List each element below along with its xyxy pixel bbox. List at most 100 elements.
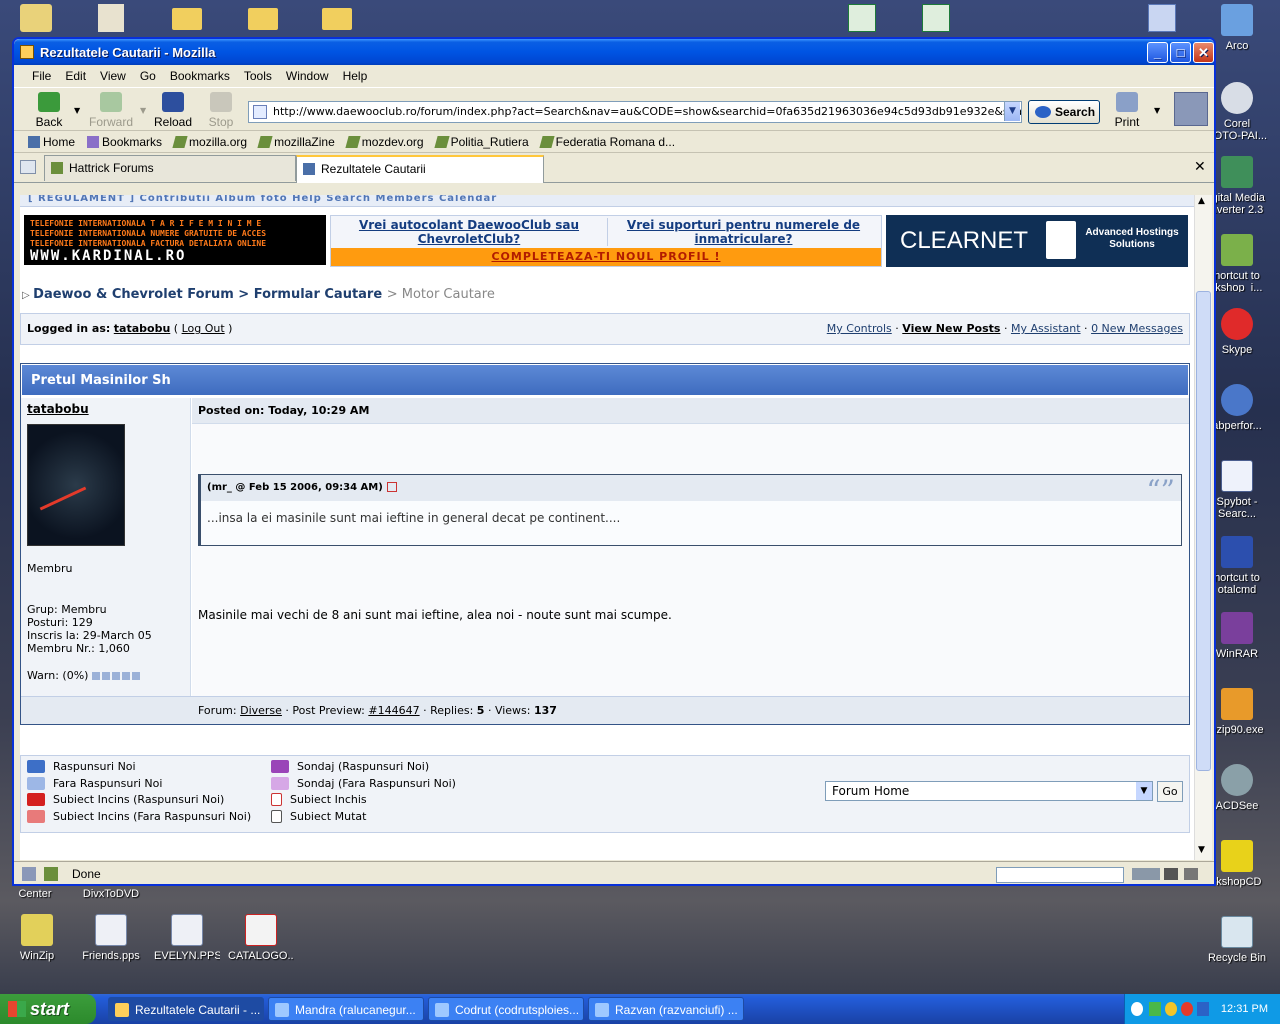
- desktop-icon-friends-pps[interactable]: Friends.pps: [78, 914, 144, 962]
- excel-file-icon[interactable]: [922, 4, 950, 32]
- tab-list-icon[interactable]: [20, 160, 36, 174]
- url-bar[interactable]: http://www.daewooclub.ro/forum/index.php…: [248, 101, 1022, 123]
- shortcut-icon[interactable]: [1148, 4, 1176, 32]
- title-bar[interactable]: Rezultatele Cautarii - Mozilla _ □ ✕: [14, 39, 1214, 65]
- task-codrut[interactable]: Codrut (codrutsploies...: [428, 997, 584, 1021]
- clearnet-banner[interactable]: CLEARNET Advanced Hostings Solutions: [886, 215, 1188, 267]
- maximize-button[interactable]: □: [1170, 42, 1191, 63]
- bookmark-mozillazine[interactable]: mozillaZine: [257, 135, 335, 149]
- go-button[interactable]: Go: [1157, 781, 1183, 802]
- my-controls-link[interactable]: My Controls: [827, 322, 892, 335]
- promo-link-autocolant[interactable]: Vrei autocolant DaewooClub sau Chevrolet…: [333, 218, 605, 246]
- menu-file[interactable]: File: [32, 69, 51, 83]
- tab-rezultatele-cautarii[interactable]: Rezultatele Cautarii: [296, 155, 544, 183]
- close-button[interactable]: ✕: [1193, 42, 1214, 63]
- task-mandra[interactable]: Mandra (ralucanegur...: [268, 997, 424, 1021]
- task-razvan[interactable]: Razvan (razvanciufi) ...: [588, 997, 744, 1021]
- clock[interactable]: 12:31 PM: [1221, 1003, 1268, 1015]
- excel-file-icon[interactable]: [848, 4, 876, 32]
- cookie-icon[interactable]: [1164, 868, 1178, 880]
- security-lock-icon[interactable]: [1184, 868, 1198, 880]
- recycle-bin-icon[interactable]: Recycle Bin: [1204, 916, 1270, 964]
- menu-bookmarks[interactable]: Bookmarks: [170, 69, 230, 83]
- menu-tools[interactable]: Tools: [244, 69, 272, 83]
- moved-icon: [271, 810, 282, 823]
- menu-window[interactable]: Window: [286, 69, 329, 83]
- status-component-icon[interactable]: [22, 866, 36, 881]
- quote-link-icon[interactable]: [386, 482, 397, 492]
- desktop-icon-2[interactable]: [98, 4, 124, 32]
- bookmark-federatia-romana[interactable]: Federatia Romana d...: [539, 135, 675, 149]
- new-messages-link[interactable]: 0 New Messages: [1091, 322, 1183, 335]
- forum-label: Forum:: [198, 704, 237, 717]
- my-assistant-link[interactable]: My Assistant: [1011, 322, 1081, 335]
- back-dropdown-icon[interactable]: ▼: [74, 106, 80, 115]
- scroll-down-icon[interactable]: ▼: [1198, 845, 1205, 855]
- tray-icon[interactable]: [1165, 1002, 1177, 1016]
- folder-icon[interactable]: [248, 8, 278, 30]
- minimize-button[interactable]: _: [1147, 42, 1168, 63]
- author-panel: tatabobu Membru Grup: Membru Posturi: 12…: [21, 398, 191, 696]
- post-title[interactable]: Pretul Masinilor Sh: [21, 364, 1189, 396]
- folder-icon[interactable]: [322, 8, 352, 30]
- mozilla-app-icon: [115, 1003, 129, 1017]
- topic-legend: Raspunsuri Noi Fara Raspunsuri Noi Subie…: [20, 755, 1190, 833]
- breadcrumb-search-form[interactable]: Formular Cautare: [254, 287, 382, 302]
- url-dropdown-icon[interactable]: ▼: [1004, 102, 1020, 121]
- warn-level[interactable]: Warn: (0%): [27, 669, 88, 682]
- menu-help[interactable]: Help: [343, 69, 368, 83]
- tab-bar: Hattrick Forums Rezultatele Cautarii ✕: [14, 153, 1214, 183]
- tray-expand-icon[interactable]: [1131, 1002, 1143, 1016]
- back-button[interactable]: Back: [26, 92, 72, 129]
- post-preview-link[interactable]: #144647: [368, 704, 419, 717]
- forum-jump-select[interactable]: Forum Home ▼: [825, 781, 1153, 801]
- view-new-posts-link[interactable]: View New Posts: [902, 322, 1000, 335]
- logged-in-user-link[interactable]: tatabobu: [114, 322, 171, 335]
- breadcrumb-forum[interactable]: Daewoo & Chevrolet Forum: [33, 287, 234, 302]
- bookmark-politia-rutiera[interactable]: Politia_Rutiera: [433, 135, 529, 149]
- folder-icon[interactable]: [172, 8, 202, 30]
- bookmark-mozilla-org[interactable]: mozilla.org: [172, 135, 247, 149]
- desktop-icon-evelyn-pps[interactable]: EVELYN.PPS: [154, 914, 220, 962]
- tray-icon[interactable]: [1181, 1002, 1193, 1016]
- desktop-icon-catalogo-pdf[interactable]: CATALOGO....: [228, 914, 294, 962]
- search-button[interactable]: Search: [1028, 100, 1100, 124]
- tray-icon[interactable]: [1197, 1002, 1209, 1016]
- print-dropdown-icon[interactable]: ▼: [1154, 106, 1160, 115]
- stop-button[interactable]: Stop: [198, 92, 244, 129]
- print-button[interactable]: Print: [1104, 92, 1150, 129]
- close-tab-icon[interactable]: ✕: [1194, 159, 1206, 175]
- scrollbar-thumb[interactable]: [1196, 291, 1211, 771]
- views-label: Views:: [494, 704, 531, 717]
- vertical-scrollbar[interactable]: ▲ ▼: [1194, 195, 1212, 860]
- start-button[interactable]: start: [0, 994, 96, 1024]
- forum-top-links[interactable]: [ REGULAMENT ] Contributii Album foto He…: [20, 195, 1194, 207]
- bookmark-mozdev[interactable]: mozdev.org: [345, 135, 424, 149]
- mozilla-throbber-icon[interactable]: [1174, 92, 1208, 126]
- scroll-up-icon[interactable]: ▲: [1198, 196, 1205, 206]
- menu-go[interactable]: Go: [140, 69, 156, 83]
- menu-view[interactable]: View: [100, 69, 126, 83]
- user-bar: Logged in as: tatabobu ( Log Out ) My Co…: [20, 313, 1190, 345]
- reload-button[interactable]: Reload: [150, 92, 196, 129]
- legend-item: Fara Raspunsuri Noi: [27, 777, 162, 790]
- promo-link-suporturi[interactable]: Vrei suporturi pentru numerele de inmatr…: [607, 218, 879, 246]
- tray-icon[interactable]: [1149, 1002, 1161, 1016]
- status-component-icon[interactable]: [44, 866, 58, 881]
- bookmark-icon: [172, 135, 188, 148]
- forward-dropdown-icon[interactable]: ▼: [140, 106, 146, 115]
- logout-link[interactable]: Log Out: [182, 322, 225, 335]
- complete-profile-link[interactable]: COMPLETEAZA-TI NOUL PROFIL !: [331, 248, 881, 266]
- forward-button[interactable]: Forward: [88, 92, 134, 129]
- desktop-icon-winzip[interactable]: WinZip: [4, 914, 70, 962]
- author-name-link[interactable]: tatabobu: [27, 402, 184, 416]
- bookmark-bookmarks[interactable]: Bookmarks: [87, 135, 162, 149]
- online-status-icon[interactable]: [1132, 868, 1160, 880]
- tab-hattrick-forums[interactable]: Hattrick Forums: [44, 155, 296, 181]
- forum-link[interactable]: Diverse: [240, 704, 282, 717]
- bookmark-home[interactable]: Home: [28, 135, 75, 149]
- kardinal-banner[interactable]: TELEFONIE INTERNATIONALA T A R I F E M I…: [24, 215, 326, 265]
- task-rezultatele-cautarii[interactable]: Rezultatele Cautarii - ...: [108, 997, 264, 1021]
- menu-edit[interactable]: Edit: [65, 69, 86, 83]
- desktop-icon-1[interactable]: [20, 4, 52, 32]
